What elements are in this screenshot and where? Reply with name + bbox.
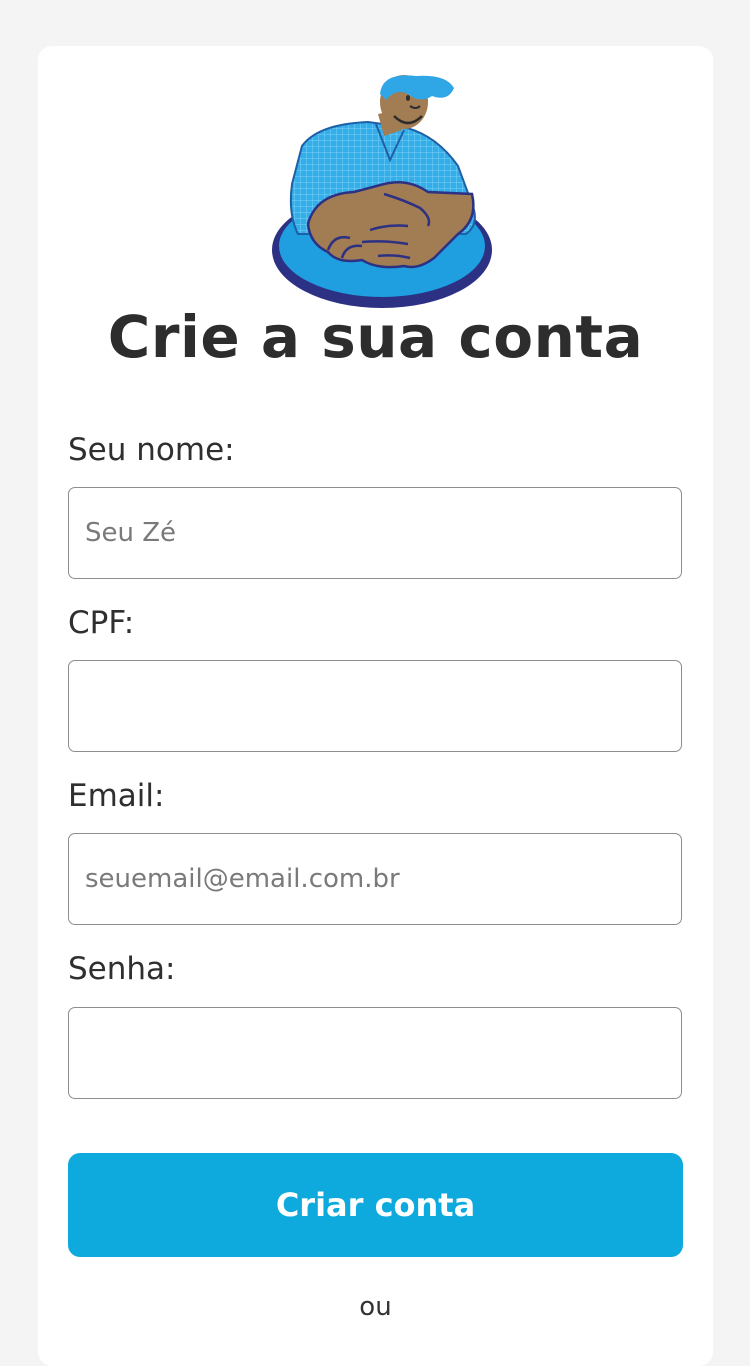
or-divider: ou bbox=[359, 1292, 392, 1322]
password-label: Senha: bbox=[68, 951, 176, 987]
name-field[interactable] bbox=[68, 487, 682, 579]
password-field[interactable] bbox=[68, 1007, 682, 1099]
cpf-field[interactable] bbox=[68, 660, 682, 752]
email-field[interactable] bbox=[68, 833, 682, 925]
email-label: Email: bbox=[68, 778, 165, 814]
signup-card: Crie a sua conta Seu nome: CPF: Email: S… bbox=[38, 46, 713, 1366]
handshake-illustration-icon bbox=[272, 75, 492, 308]
name-label: Seu nome: bbox=[68, 432, 235, 468]
page-title: Crie a sua conta bbox=[107, 303, 644, 371]
cpf-label: CPF: bbox=[68, 605, 135, 641]
create-account-button[interactable]: Criar conta bbox=[68, 1153, 683, 1257]
